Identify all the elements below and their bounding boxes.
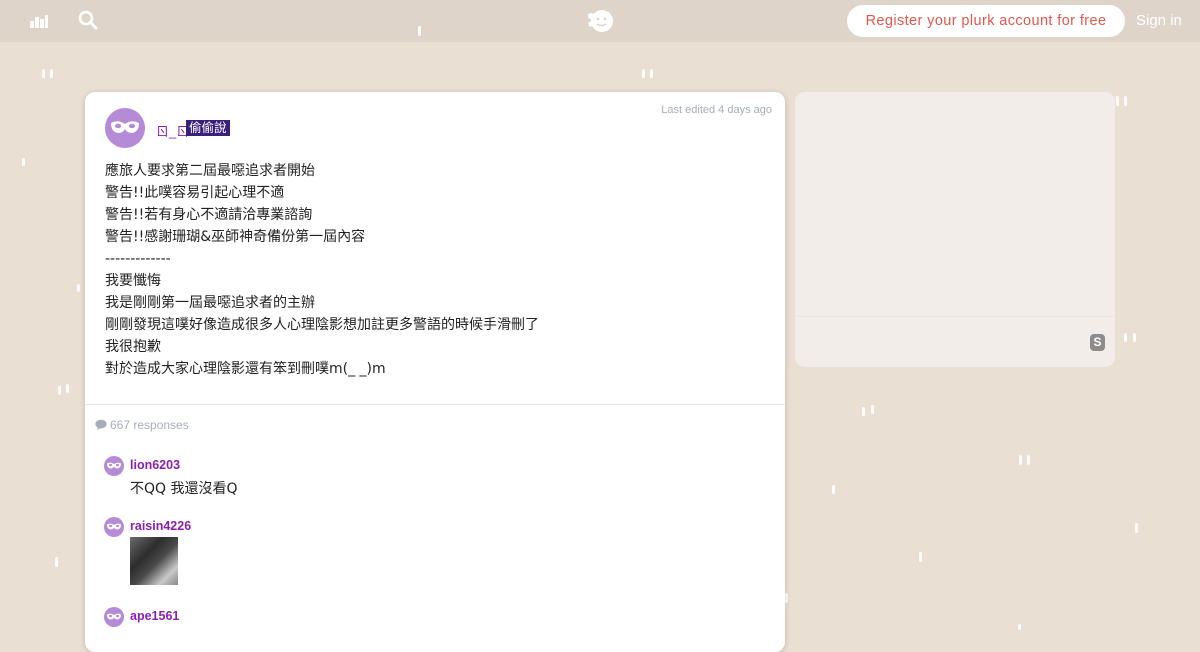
content-line: 我很抱歉 [105,339,161,355]
content-line: 對於造成大家心理陰影還有笨到刪噗m(_ _)m [105,361,386,377]
register-button[interactable]: Register your plurk account for free [847,5,1125,37]
anonymous-avatar-icon[interactable] [104,517,124,537]
content-line: 剛剛發現這噗好像造成很多人心理陰影想加註更多警語的時候手滑刪了 [105,317,539,333]
plurk-card: ㄖ_ㄖ 偷偷說 Last edited 4 days ago 應旅人要求第二屆最… [85,92,785,652]
content-line: ------------- [105,251,171,267]
plurk-content: 應旅人要求第二屆最噁追求者開始 警告!!此噗容易引起心理不適 警告!!若有身心不… [105,160,765,380]
stats-icon[interactable] [28,9,52,33]
side-divider [795,316,1115,317]
anonymous-avatar-icon[interactable] [104,607,124,627]
card-divider [85,404,785,405]
edited-timestamp: Last edited 4 days ago [661,104,772,116]
response-image-thumbnail[interactable] [130,537,178,585]
content-line: 警告!!此噗容易引起心理不適 [105,185,285,201]
content-line: 警告!!感謝珊瑚&巫師神奇備份第一屆內容 [105,229,366,245]
response-username[interactable]: raisin4226 [130,519,191,533]
response-count: 667 responses [95,418,189,432]
search-icon[interactable] [77,9,101,33]
content-line: 應旅人要求第二屆最噁追求者開始 [105,163,315,179]
content-line: 警告!!若有身心不適請洽專業諮詢 [105,207,313,223]
anonymous-avatar-icon[interactable] [105,108,145,148]
qualifier-badge: 偷偷說 [186,120,230,136]
top-bar: Register your plurk account for free Sig… [0,0,1200,42]
response-username[interactable]: lion6203 [130,458,180,472]
plurk-logo-icon[interactable] [585,7,615,35]
speech-bubble-icon [95,419,107,430]
response-count-label: 667 responses [110,418,189,432]
side-panel: S [795,92,1115,367]
response-text: 不QQ 我還沒看Q [130,481,238,497]
side-badge[interactable]: S [1090,334,1105,351]
response-username[interactable]: ape1561 [130,609,179,623]
content-line: 我是剛剛第一屆最噁追求者的主辦 [105,295,315,311]
anonymous-avatar-icon[interactable] [104,456,124,476]
sign-in-link[interactable]: Sign in [1136,12,1182,29]
content-line: 我要懺悔 [105,273,161,289]
plurk-author[interactable]: ㄖ_ㄖ [156,121,189,140]
